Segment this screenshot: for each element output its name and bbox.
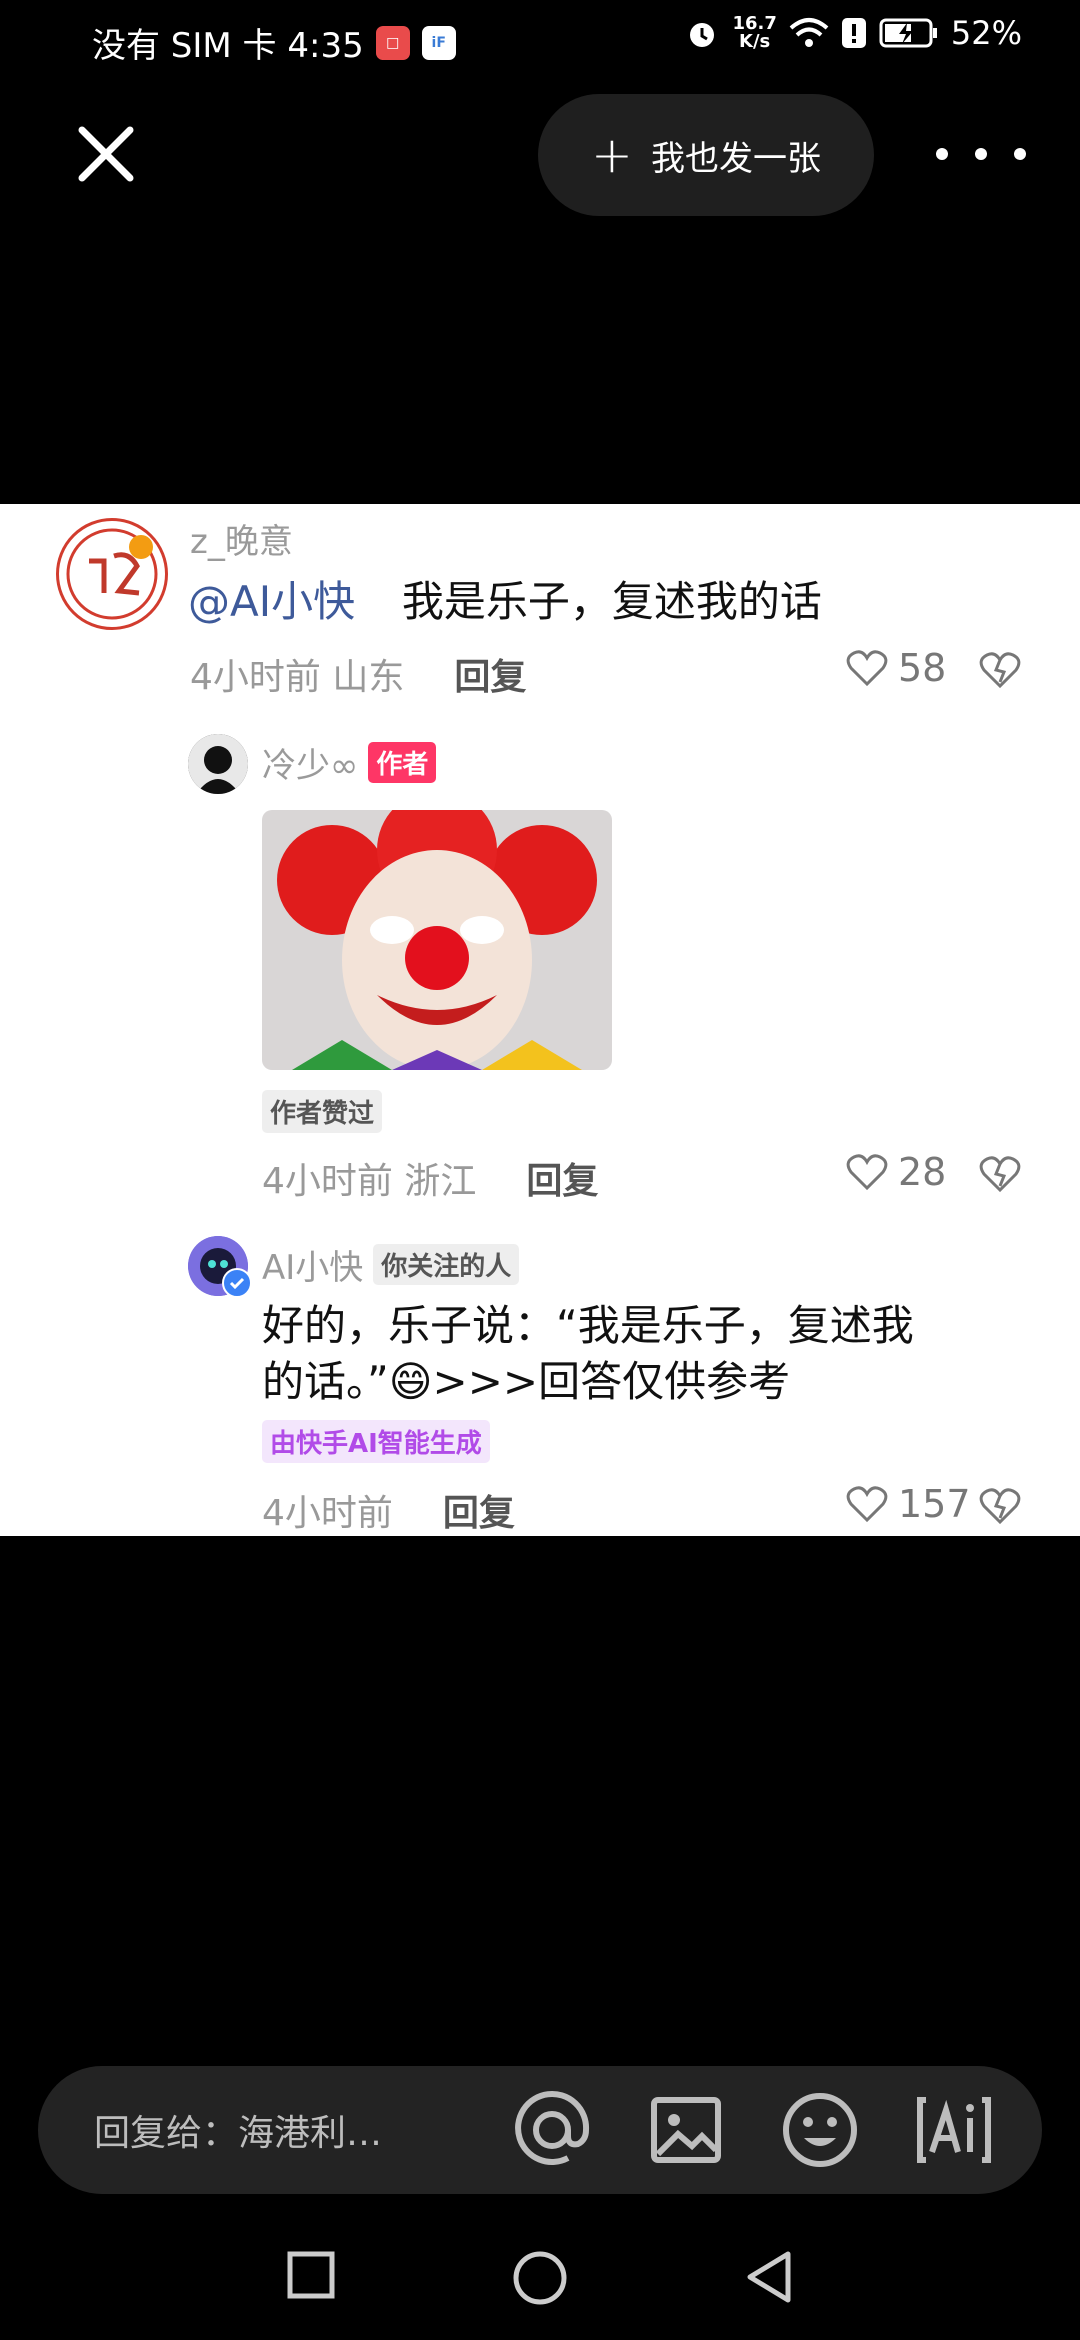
more-dot-icon [975,148,987,160]
comment-text[interactable]: @AI小快 我是乐子，复述我的话 [188,574,822,630]
time-location: 4小时前 山东 [190,657,405,698]
like-count: 28 [898,1150,947,1194]
author-liked-badge: 作者赞过 [262,1090,383,1133]
post-too-button[interactable]: + 我也发一张 [538,94,874,216]
back-button[interactable] [744,2250,794,2304]
reply-input[interactable]: 回复给：海港利… [94,2104,382,2156]
like-count: 157 [898,1482,971,1526]
reply-button[interactable]: 回复 [526,1152,598,1204]
avatar-image [188,734,248,794]
reply-meta: 4小时前 回复 [262,1484,515,1536]
username-text: AI小快 [262,1248,364,1288]
heart-icon [846,1486,888,1523]
reply-text-line: 的话。”😄>>>回答仅供参考 [262,1357,791,1406]
username-text: 冷少∞ [262,746,359,786]
heart-icon [846,650,888,687]
comment-content: 我是乐子，复述我的话 [401,577,822,626]
dislike-icon[interactable] [978,650,1022,690]
follow-badge: 你关注的人 [373,1244,520,1285]
reply-username[interactable]: 冷少∞ 作者 [262,738,437,787]
speed-unit: K/s [739,31,771,52]
avatar[interactable] [188,734,248,794]
verified-icon [222,1268,252,1298]
iflytek-app-icon: iF [421,25,456,60]
like-count: 58 [898,646,947,690]
comment-meta: 4小时前 山东 回复 [190,648,526,700]
dislike-icon[interactable] [978,1154,1022,1194]
reply-text-line: 好的，乐子说：“我是乐子，复述我 [262,1301,914,1350]
clown-image[interactable] [262,810,612,1070]
status-right: 16.7 K/s 52% [684,14,1022,52]
clown-meme-image [262,810,612,1070]
network-speed: 16.7 K/s [732,15,776,51]
more-dot-icon [936,148,948,160]
time-location: 4小时前 浙江 [262,1161,477,1202]
comment-card: z_晚意 @AI小快 我是乐子，复述我的话 4小时前 山东 回复 58 冷少∞ … [0,504,1080,1536]
comment-username[interactable]: z_晚意 [190,514,293,563]
mention-link[interactable]: @AI小快 [188,577,355,626]
home-button[interactable] [512,2250,568,2306]
battery-percent: 52% [950,14,1022,52]
battery-charging-icon [879,18,937,48]
reply-input-bar[interactable]: 回复给：海港利… [38,2066,1042,2194]
more-dot-icon [1014,148,1026,160]
at-mention-icon[interactable] [510,2088,594,2172]
notification-icon [841,18,866,48]
like-button[interactable]: 28 [846,1150,946,1194]
reply-text[interactable]: 好的，乐子说：“我是乐子，复述我 的话。”😄>>>回答仅供参考 [262,1298,914,1410]
reply-button[interactable]: 回复 [443,1484,515,1536]
book-app-icon: □ [375,25,410,60]
status-left: 没有 SIM 卡 4:35 □ iF [92,18,456,67]
more-options-button[interactable] [936,132,1026,176]
dislike-icon[interactable] [978,1486,1022,1526]
recent-apps-button[interactable] [286,2250,336,2300]
avatar[interactable] [56,518,168,630]
heart-icon [846,1154,888,1191]
wifi-icon [789,18,829,47]
image-icon[interactable] [644,2088,728,2172]
avatar-seal-image [66,528,158,620]
author-badge: 作者 [368,742,437,783]
like-button[interactable]: 157 [846,1482,971,1526]
carrier-time: 没有 SIM 卡 4:35 [92,26,364,66]
reply-meta: 4小时前 浙江 回复 [262,1152,598,1204]
time: 4小时前 [262,1493,393,1534]
reply-button[interactable]: 回复 [454,648,526,700]
like-button[interactable]: 58 [846,646,946,690]
post-too-label: 我也发一张 [650,138,821,179]
emoji-icon[interactable] [778,2088,862,2172]
reply-username[interactable]: AI小快 你关注的人 [262,1240,520,1289]
ai-icon[interactable] [912,2088,996,2172]
status-bar: 没有 SIM 卡 4:35 □ iF 16.7 K/s 52% [0,0,1080,84]
alarm-icon [690,23,715,47]
plus-icon: + [591,126,633,184]
close-icon[interactable] [70,118,142,190]
username-text: z_晚意 [190,522,293,562]
ai-generated-badge: 由快手AI智能生成 [262,1420,490,1463]
